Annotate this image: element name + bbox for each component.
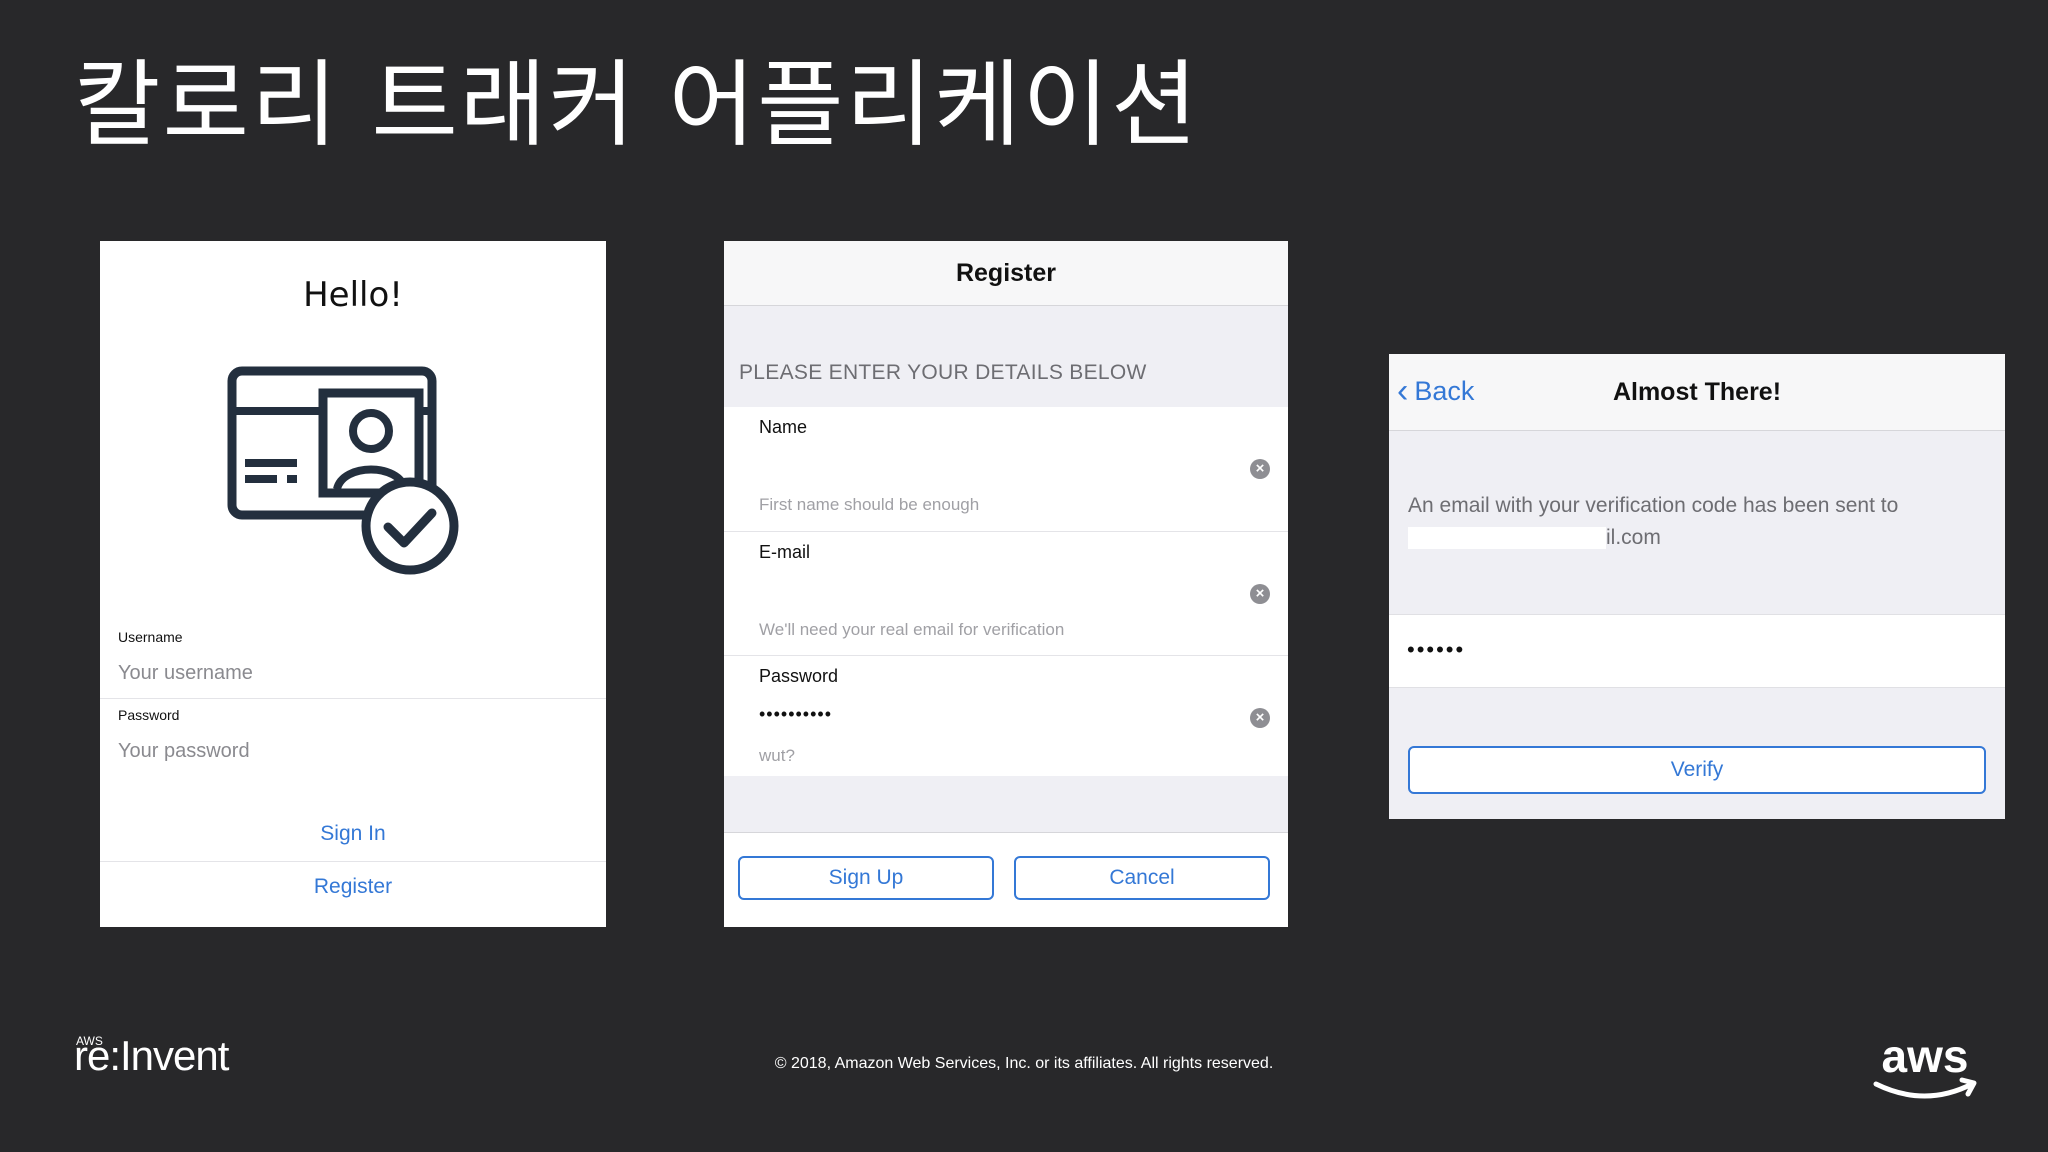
field-label: Password <box>759 666 839 686</box>
register-button[interactable]: Register <box>100 875 606 899</box>
field-value: •••••••••• <box>759 704 833 724</box>
username-label: Username <box>118 629 183 645</box>
email-field[interactable]: E-mail × We'll need your real email for … <box>724 531 1288 656</box>
clear-icon[interactable]: × <box>1250 459 1270 479</box>
name-field[interactable]: Name × First name should be enough <box>724 407 1288 531</box>
cancel-button[interactable]: Cancel <box>1014 856 1270 900</box>
username-input[interactable] <box>118 656 588 690</box>
field-hint: First name should be enough <box>759 495 980 514</box>
clear-icon[interactable]: × <box>1250 708 1270 728</box>
field-label: Name <box>759 417 808 437</box>
field-hint: We'll need your real email for verificat… <box>759 620 1065 639</box>
message-text: An email with your verification code has… <box>1408 494 1899 517</box>
verification-code-input[interactable]: •••••• <box>1389 614 2005 688</box>
email-suffix: il.com <box>1606 526 1661 549</box>
page-title: Almost There! <box>1612 378 1782 406</box>
sign-in-button[interactable]: Sign In <box>100 822 606 846</box>
form-actions: Sign Up Cancel <box>724 832 1288 927</box>
aws-logo: aws <box>1873 1030 1977 1099</box>
slide-title: 칼로리 트래커 어플리케이션 <box>74 51 1200 160</box>
password-field[interactable]: Password •••••••••• × wut? <box>724 655 1288 776</box>
password-label: Password <box>118 707 180 723</box>
redacted-email <box>1408 527 1606 550</box>
sign-up-button[interactable]: Sign Up <box>738 856 994 900</box>
navigation-bar: ‹ Back Almost There! <box>1389 354 2005 431</box>
section-header: PLEASE ENTER YOUR DETAILS BELOW <box>739 361 1147 384</box>
signin-screen: Hello! Username Password Sign In Registe… <box>100 241 606 927</box>
id-card-check-icon <box>227 366 459 575</box>
greeting-heading: Hello! <box>303 275 403 315</box>
field-label: E-mail <box>759 542 811 562</box>
divider <box>100 698 606 699</box>
navigation-bar: Register <box>724 241 1288 306</box>
verify-button[interactable]: Verify <box>1408 746 1986 794</box>
page-title: Register <box>955 259 1057 287</box>
copyright-text: © 2018, Amazon Web Services, Inc. or its… <box>774 1055 1274 1072</box>
field-hint: wut? <box>759 746 795 765</box>
verification-message: An email with your verification code has… <box>1408 490 1898 554</box>
password-input[interactable] <box>118 734 588 768</box>
aws-logo-text: aws <box>1882 1030 1969 1082</box>
verify-screen: ‹ Back Almost There! An email with your … <box>1389 354 2005 819</box>
divider <box>100 861 606 862</box>
register-screen: Register PLEASE ENTER YOUR DETAILS BELOW… <box>724 241 1288 927</box>
code-value: •••••• <box>1407 637 1466 662</box>
clear-icon[interactable]: × <box>1250 584 1270 604</box>
